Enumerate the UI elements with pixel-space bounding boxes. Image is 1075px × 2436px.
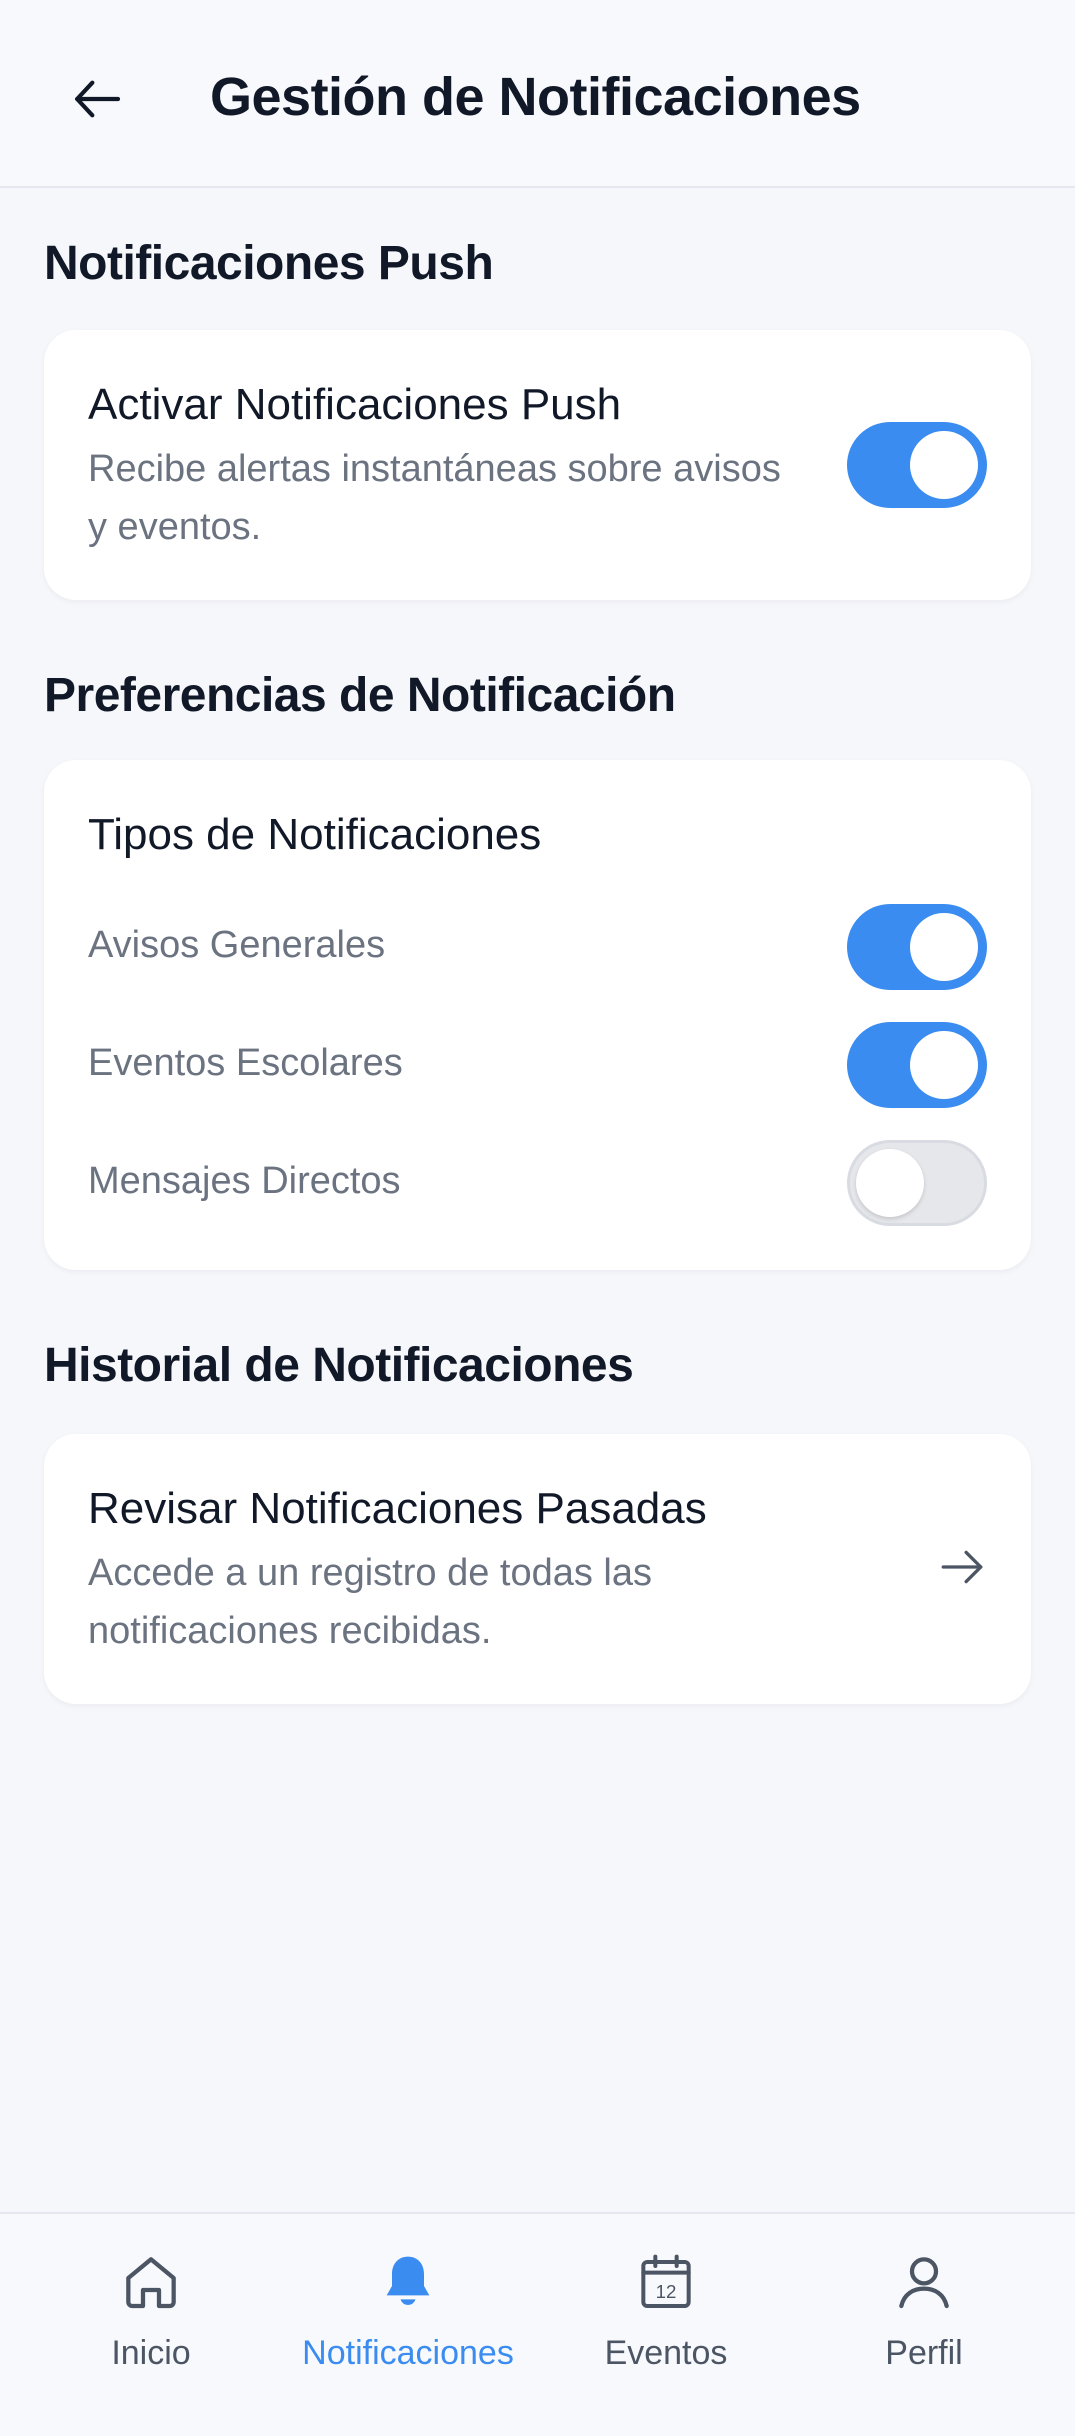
- nav-label: Perfil: [885, 2334, 963, 2372]
- back-button[interactable]: [62, 64, 132, 134]
- push-card: Activar Notificaciones Push Recibe alert…: [44, 330, 1031, 600]
- nav-item-inicio[interactable]: Inicio: [17, 2250, 285, 2400]
- app-header: Gestión de Notificaciones: [0, 0, 1075, 188]
- toggle-eventos-escolares[interactable]: [847, 1022, 987, 1108]
- arrow-right-icon: [941, 1550, 983, 1584]
- toggle-knob: [910, 431, 978, 499]
- nav-item-notificaciones[interactable]: Notificaciones: [274, 2250, 542, 2400]
- nav-label: Inicio: [111, 2334, 191, 2372]
- toggle-avisos-generales[interactable]: [847, 904, 987, 990]
- toggle-knob: [910, 1031, 978, 1099]
- history-card-description: Accede a un registro de todas las notifi…: [88, 1552, 653, 1652]
- nav-item-eventos[interactable]: 12 Eventos: [532, 2250, 800, 2400]
- calendar-day-text: 12: [656, 2281, 677, 2302]
- calendar-icon: 12: [641, 2254, 691, 2308]
- preferences-card: Tipos de Notificaciones Avisos Generales…: [44, 760, 1031, 1270]
- toggle-knob: [856, 1149, 924, 1217]
- pref-label-avisos: Avisos Generales: [88, 924, 386, 966]
- toggle-knob: [910, 913, 978, 981]
- arrow-left-icon: [75, 80, 121, 118]
- preferences-card-title: Tipos de Notificaciones: [88, 810, 542, 859]
- history-card-title: Revisar Notificaciones Pasadas: [88, 1484, 707, 1533]
- toggle-mensajes-directos[interactable]: [847, 1140, 987, 1226]
- section-title-preferences: Preferencias de Notificación: [44, 669, 676, 722]
- push-card-title: Activar Notificaciones Push: [88, 380, 622, 429]
- pref-label-mensajes: Mensajes Directos: [88, 1160, 401, 1202]
- nav-label: Eventos: [604, 2334, 728, 2372]
- user-icon: [899, 2257, 949, 2309]
- bottom-nav: Inicio Notificaciones 12 Eventos Perfil: [0, 2212, 1075, 2436]
- push-toggle[interactable]: [847, 422, 987, 508]
- section-title-history: Historial de Notificaciones: [44, 1339, 634, 1392]
- pref-label-eventos: Eventos Escolares: [88, 1042, 403, 1084]
- nav-label: Notificaciones: [302, 2334, 514, 2372]
- bell-icon: [386, 2256, 430, 2306]
- page-title: Gestión de Notificaciones: [210, 67, 861, 127]
- push-card-description: Recibe alertas instantáneas sobre avisos…: [88, 448, 781, 548]
- history-card[interactable]: Revisar Notificaciones Pasadas Accede a …: [44, 1434, 1031, 1704]
- home-icon: [126, 2257, 176, 2309]
- nav-item-perfil[interactable]: Perfil: [790, 2250, 1058, 2400]
- section-title-push: Notificaciones Push: [44, 237, 494, 290]
